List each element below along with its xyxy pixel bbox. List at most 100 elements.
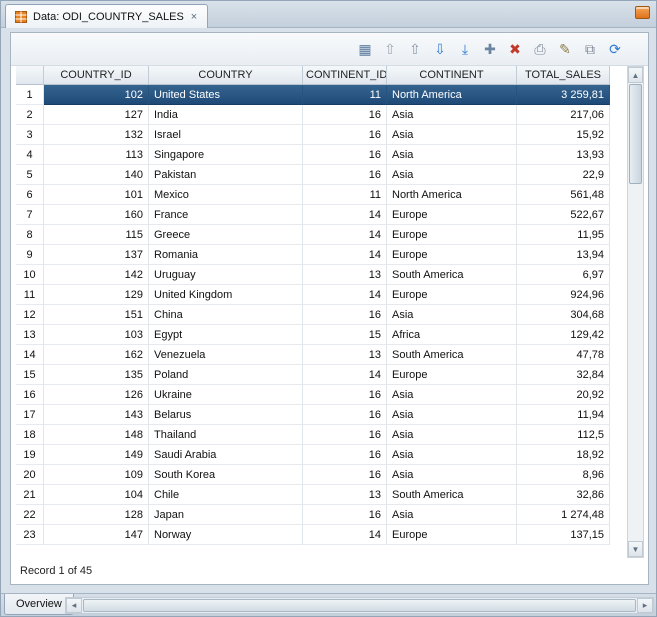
- table-row[interactable]: 17 143 Belarus 16 Asia 11,94: [16, 405, 610, 425]
- cell-continent[interactable]: Asia: [387, 105, 517, 125]
- row-number-cell[interactable]: 13: [16, 325, 44, 345]
- cell-continent[interactable]: Asia: [387, 445, 517, 465]
- row-number-cell[interactable]: 8: [16, 225, 44, 245]
- refresh-icon[interactable]: ⟳: [606, 40, 624, 58]
- cell-total_sales[interactable]: 112,5: [517, 425, 610, 445]
- cell-country[interactable]: Saudi Arabia: [149, 445, 303, 465]
- cell-country[interactable]: Ukraine: [149, 385, 303, 405]
- cell-country[interactable]: Norway: [149, 525, 303, 545]
- row-number-cell[interactable]: 11: [16, 285, 44, 305]
- cell-country[interactable]: France: [149, 205, 303, 225]
- column-header-country[interactable]: COUNTRY: [149, 66, 303, 85]
- table-row[interactable]: 18 148 Thailand 16 Asia 112,5: [16, 425, 610, 445]
- cell-continent_id[interactable]: 16: [303, 305, 387, 325]
- cell-continent[interactable]: Europe: [387, 365, 517, 385]
- column-header-country_id[interactable]: COUNTRY_ID: [44, 66, 149, 85]
- table-row[interactable]: 10 142 Uruguay 13 South America 6,97: [16, 265, 610, 285]
- post-changes-icon[interactable]: ⎙: [531, 40, 549, 58]
- tab-data-odi-country-sales[interactable]: Data: ODI_COUNTRY_SALES ×: [5, 4, 209, 28]
- cell-country[interactable]: United States: [149, 85, 303, 105]
- cell-total_sales[interactable]: 11,95: [517, 225, 610, 245]
- cell-continent_id[interactable]: 14: [303, 525, 387, 545]
- cell-country[interactable]: Thailand: [149, 425, 303, 445]
- cell-country_id[interactable]: 126: [44, 385, 149, 405]
- row-number-cell[interactable]: 12: [16, 305, 44, 325]
- table-row[interactable]: 7 160 France 14 Europe 522,67: [16, 205, 610, 225]
- scroll-left-button[interactable]: ◂: [66, 598, 82, 613]
- cell-continent_id[interactable]: 16: [303, 425, 387, 445]
- cell-total_sales[interactable]: 561,48: [517, 185, 610, 205]
- row-number-cell[interactable]: 19: [16, 445, 44, 465]
- cell-country_id[interactable]: 101: [44, 185, 149, 205]
- cell-country_id[interactable]: 128: [44, 505, 149, 525]
- cell-continent_id[interactable]: 16: [303, 445, 387, 465]
- cell-country_id[interactable]: 113: [44, 145, 149, 165]
- cell-continent[interactable]: Asia: [387, 145, 517, 165]
- horizontal-scroll-thumb[interactable]: [83, 599, 636, 612]
- previous-record-icon[interactable]: ⇧: [406, 40, 424, 58]
- cell-country[interactable]: Venezuela: [149, 345, 303, 365]
- cell-total_sales[interactable]: 1 274,48: [517, 505, 610, 525]
- cell-total_sales[interactable]: 32,86: [517, 485, 610, 505]
- table-row[interactable]: 19 149 Saudi Arabia 16 Asia 18,92: [16, 445, 610, 465]
- cell-country_id[interactable]: 129: [44, 285, 149, 305]
- row-number-cell[interactable]: 10: [16, 265, 44, 285]
- float-window-button[interactable]: [635, 6, 650, 19]
- cell-total_sales[interactable]: 3 259,81: [517, 85, 610, 105]
- cell-total_sales[interactable]: 304,68: [517, 305, 610, 325]
- row-number-cell[interactable]: 16: [16, 385, 44, 405]
- cell-continent[interactable]: South America: [387, 265, 517, 285]
- cell-country_id[interactable]: 103: [44, 325, 149, 345]
- row-number-cell[interactable]: 17: [16, 405, 44, 425]
- cell-country[interactable]: Japan: [149, 505, 303, 525]
- cell-total_sales[interactable]: 6,97: [517, 265, 610, 285]
- cell-total_sales[interactable]: 22,9: [517, 165, 610, 185]
- cell-total_sales[interactable]: 18,92: [517, 445, 610, 465]
- cell-country[interactable]: Mexico: [149, 185, 303, 205]
- cell-country_id[interactable]: 127: [44, 105, 149, 125]
- table-row[interactable]: 2 127 India 16 Asia 217,06: [16, 105, 610, 125]
- row-number-cell[interactable]: 5: [16, 165, 44, 185]
- cell-country_id[interactable]: 104: [44, 485, 149, 505]
- cell-country[interactable]: India: [149, 105, 303, 125]
- cell-continent_id[interactable]: 16: [303, 465, 387, 485]
- row-header-corner[interactable]: [16, 66, 44, 85]
- row-number-cell[interactable]: 23: [16, 525, 44, 545]
- copy-record-icon[interactable]: ⧉: [581, 40, 599, 58]
- cell-total_sales[interactable]: 137,15: [517, 525, 610, 545]
- cell-country[interactable]: Romania: [149, 245, 303, 265]
- cell-total_sales[interactable]: 20,92: [517, 385, 610, 405]
- cell-continent[interactable]: South America: [387, 485, 517, 505]
- column-header-continent_id[interactable]: CONTINENT_ID: [303, 66, 387, 85]
- cell-country[interactable]: Singapore: [149, 145, 303, 165]
- row-number-cell[interactable]: 20: [16, 465, 44, 485]
- cell-total_sales[interactable]: 13,93: [517, 145, 610, 165]
- cell-continent[interactable]: Africa: [387, 325, 517, 345]
- cell-continent_id[interactable]: 11: [303, 185, 387, 205]
- table-row[interactable]: 20 109 South Korea 16 Asia 8,96: [16, 465, 610, 485]
- record-view-icon[interactable]: ▦: [356, 40, 374, 58]
- cell-continent[interactable]: North America: [387, 185, 517, 205]
- row-number-cell[interactable]: 15: [16, 365, 44, 385]
- cell-country[interactable]: Pakistan: [149, 165, 303, 185]
- edit-record-icon[interactable]: ✎: [556, 40, 574, 58]
- cell-country[interactable]: Greece: [149, 225, 303, 245]
- cell-continent_id[interactable]: 13: [303, 485, 387, 505]
- table-row[interactable]: 1 102 United States 11 North America 3 259,81: [16, 85, 610, 105]
- table-row[interactable]: 23 147 Norway 14 Europe 137,15: [16, 525, 610, 545]
- cell-total_sales[interactable]: 217,06: [517, 105, 610, 125]
- cell-country_id[interactable]: 147: [44, 525, 149, 545]
- cell-country[interactable]: South Korea: [149, 465, 303, 485]
- cell-continent[interactable]: Europe: [387, 525, 517, 545]
- cell-continent_id[interactable]: 16: [303, 105, 387, 125]
- first-record-icon[interactable]: ⇧: [381, 40, 399, 58]
- row-number-cell[interactable]: 2: [16, 105, 44, 125]
- row-number-cell[interactable]: 3: [16, 125, 44, 145]
- cell-continent[interactable]: Asia: [387, 125, 517, 145]
- scroll-up-button[interactable]: ▲: [628, 67, 643, 83]
- horizontal-scrollbar[interactable]: ◂ ▸: [65, 597, 654, 614]
- cell-country[interactable]: United Kingdom: [149, 285, 303, 305]
- cell-continent_id[interactable]: 14: [303, 245, 387, 265]
- cell-continent[interactable]: Europe: [387, 205, 517, 225]
- cell-country_id[interactable]: 115: [44, 225, 149, 245]
